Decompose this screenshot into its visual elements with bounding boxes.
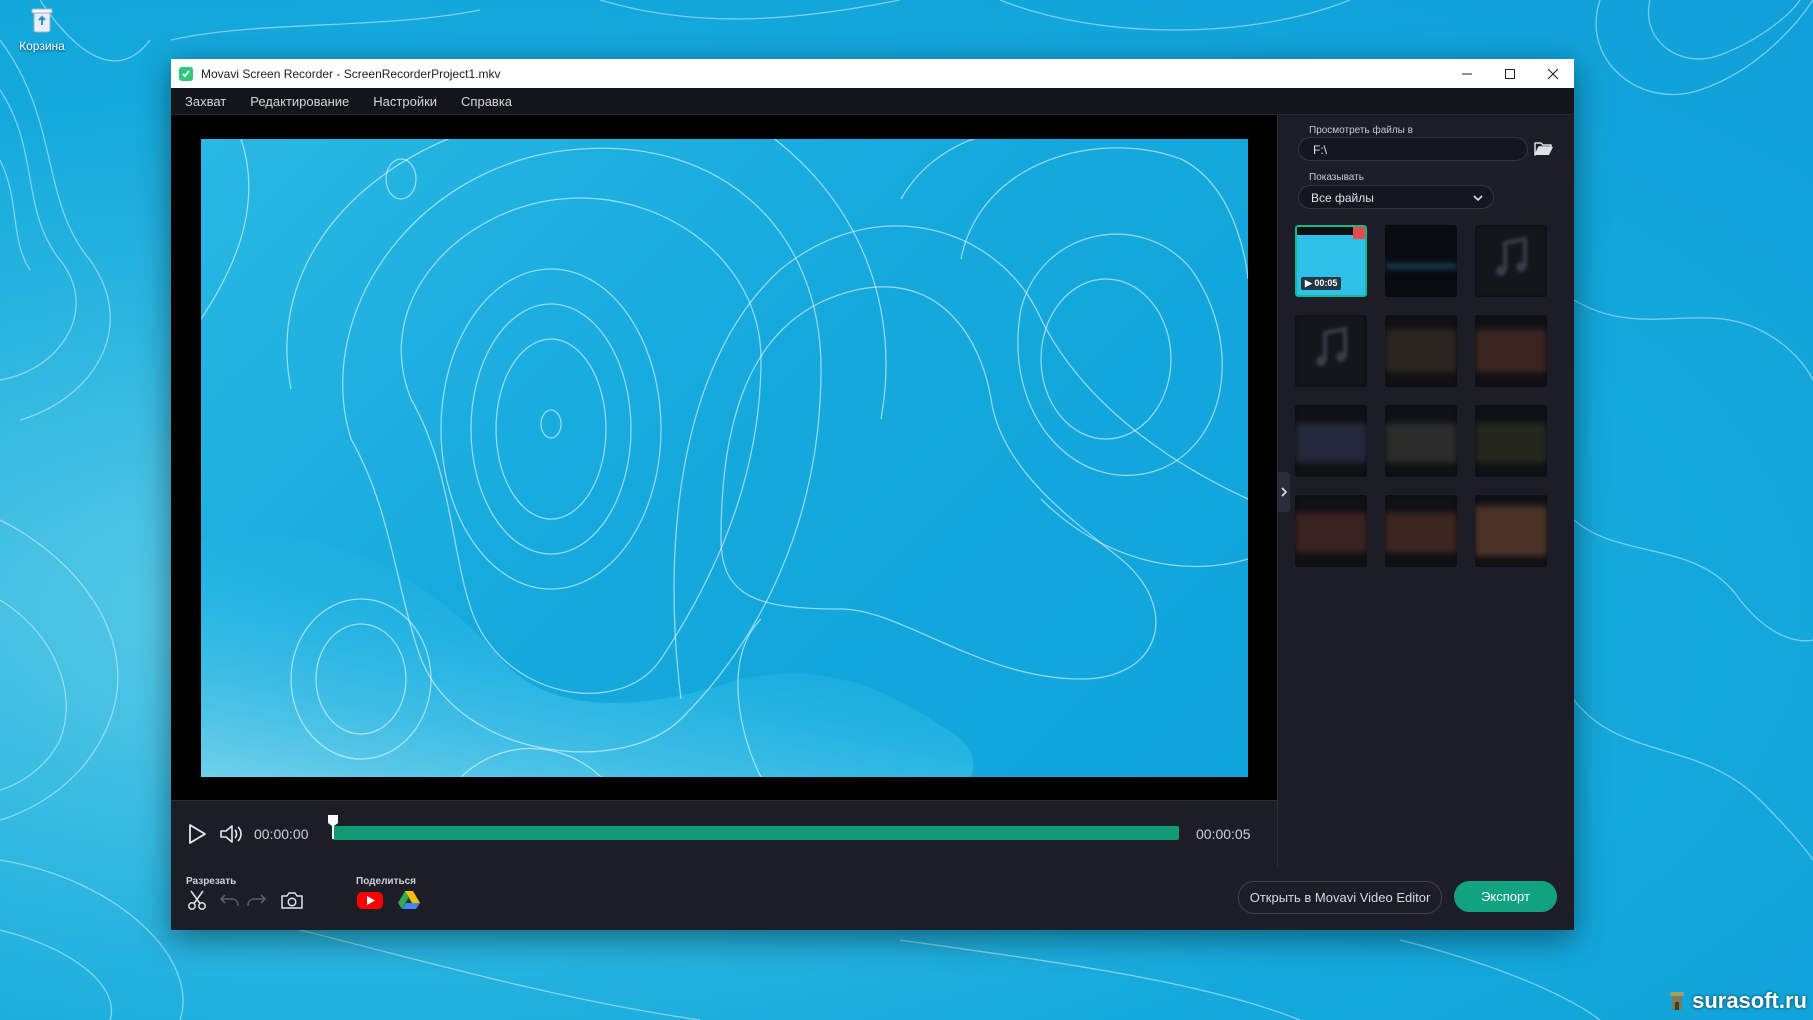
file-type-value: Все файлы <box>1311 191 1374 205</box>
bottom-toolbar: Разрезать Поделиться Открыть в Movavi Vi… <box>171 867 1574 930</box>
browse-files-label: Просмотреть файлы в <box>1309 125 1413 136</box>
timeline-track[interactable] <box>333 826 1179 840</box>
thumbnail-selected[interactable]: ▶ 00:05 <box>1295 225 1367 297</box>
thumbnail-item[interactable] <box>1475 315 1547 387</box>
share-group-label: Поделиться <box>356 876 417 887</box>
youtube-icon[interactable] <box>356 889 384 911</box>
show-label: Показывать <box>1309 172 1364 183</box>
video-content <box>201 139 1248 777</box>
watermark: surasoft.ru <box>1668 988 1807 1014</box>
thumbnail-item[interactable] <box>1475 495 1547 567</box>
google-drive-icon[interactable] <box>397 889 421 911</box>
music-note-icon <box>1316 327 1347 366</box>
video-frame <box>201 139 1248 777</box>
thumbnail-duration: ▶ 00:05 <box>1301 277 1342 290</box>
thumbnail-audio[interactable] <box>1475 225 1547 297</box>
video-preview[interactable] <box>171 115 1277 800</box>
redo-icon[interactable] <box>245 889 267 911</box>
maximize-icon <box>1504 68 1515 79</box>
playhead-handle[interactable] <box>328 815 338 839</box>
cut-group-label: Разрезать <box>186 876 237 887</box>
playback-bar: 00:00:00 00:00:05 <box>171 800 1277 868</box>
thumbnail-item[interactable] <box>1475 405 1547 477</box>
folder-open-icon[interactable] <box>1534 141 1554 157</box>
end-time: 00:00:05 <box>1196 826 1251 842</box>
app-window: Movavi Screen Recorder - ScreenRecorderP… <box>171 59 1574 930</box>
menu-edit[interactable]: Редактирование <box>250 94 349 109</box>
maximize-button[interactable] <box>1488 59 1531 88</box>
menu-bar: Захват Редактирование Настройки Справка <box>171 88 1574 115</box>
thumbnail-audio[interactable] <box>1295 315 1367 387</box>
undo-icon[interactable] <box>219 889 241 911</box>
thumbnail-item[interactable] <box>1385 405 1457 477</box>
thumbnail-item[interactable] <box>1295 405 1367 477</box>
minimize-icon <box>1461 73 1472 74</box>
minimize-button[interactable] <box>1445 59 1488 88</box>
thumbnail-item[interactable] <box>1295 495 1367 567</box>
menu-capture[interactable]: Захват <box>185 94 226 109</box>
folder-path-field[interactable]: F:\ <box>1298 137 1528 161</box>
current-time: 00:00:00 <box>254 826 309 842</box>
files-panel: Просмотреть файлы в F:\ Показывать Все ф… <box>1278 115 1574 800</box>
delete-icon[interactable] <box>1353 227 1365 239</box>
recycle-bin-icon <box>31 8 53 33</box>
window-title: Movavi Screen Recorder - ScreenRecorderP… <box>201 66 501 81</box>
export-button[interactable]: Экспорт <box>1454 881 1557 912</box>
music-note-icon <box>1496 237 1527 276</box>
movavi-logo-icon <box>179 66 193 81</box>
chevron-down-icon <box>1473 195 1483 202</box>
close-icon <box>1547 68 1558 79</box>
menu-help[interactable]: Справка <box>461 94 512 109</box>
open-in-video-editor-button[interactable]: Открыть в Movavi Video Editor <box>1238 881 1442 914</box>
recycle-bin[interactable]: Корзина <box>12 6 72 53</box>
thumbnail-item[interactable] <box>1385 225 1457 297</box>
title-bar[interactable]: Movavi Screen Recorder - ScreenRecorderP… <box>171 59 1574 88</box>
recycle-bin-label: Корзина <box>19 39 65 53</box>
thumbnail-item[interactable] <box>1385 315 1457 387</box>
thumbnail-item[interactable] <box>1385 495 1457 567</box>
volume-icon[interactable] <box>219 823 243 845</box>
watermark-text: surasoft.ru <box>1692 988 1807 1013</box>
file-type-select[interactable]: Все файлы <box>1298 185 1494 209</box>
play-icon[interactable] <box>187 823 207 845</box>
close-button[interactable] <box>1531 59 1574 88</box>
menu-settings[interactable]: Настройки <box>373 94 437 109</box>
tower-logo-icon <box>1670 992 1685 1010</box>
camera-snapshot-icon[interactable] <box>280 889 304 911</box>
scissors-icon[interactable] <box>186 889 208 911</box>
